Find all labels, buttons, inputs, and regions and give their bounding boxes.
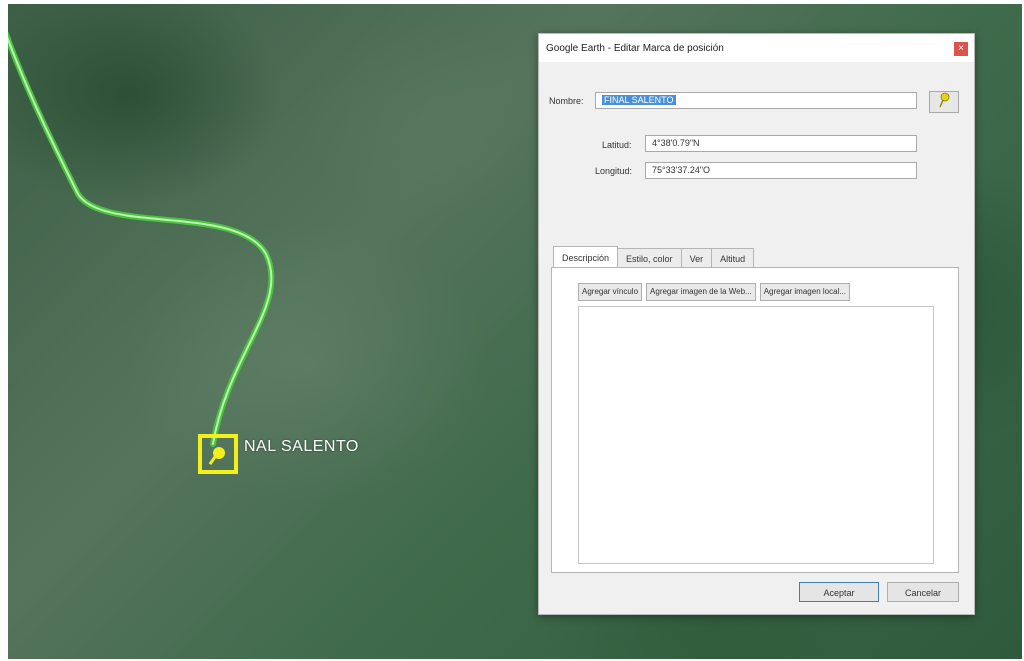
name-label: Nombre: bbox=[549, 96, 584, 106]
placemark-pushpin-icon[interactable] bbox=[198, 434, 238, 474]
tab-description[interactable]: Descripción bbox=[553, 246, 619, 269]
dialog-title: Google Earth - Editar Marca de posición bbox=[546, 43, 724, 54]
add-web-image-button[interactable]: Agregar imagen de la Web... bbox=[646, 283, 756, 301]
dialog-footer: Aceptar Cancelar bbox=[539, 579, 974, 609]
longitude-field[interactable]: 75°33'37.24"O bbox=[645, 162, 917, 179]
add-local-image-button[interactable]: Agregar imagen local... bbox=[759, 283, 850, 301]
pushpin-style-button[interactable] bbox=[929, 91, 959, 113]
description-toolbar: Agregar vínculo Agregar imagen de la Web.… bbox=[578, 283, 854, 301]
cancel-button[interactable]: Cancelar bbox=[887, 582, 959, 602]
add-link-button[interactable]: Agregar vínculo bbox=[578, 283, 643, 301]
tab-bar: Descripción Estilo, color Ver Altitud bbox=[553, 246, 755, 269]
tab-view[interactable]: Ver bbox=[680, 248, 713, 269]
edit-placemark-dialog: Google Earth - Editar Marca de posición … bbox=[538, 33, 975, 615]
accept-button[interactable]: Aceptar bbox=[799, 582, 879, 602]
close-icon[interactable]: × bbox=[954, 42, 968, 56]
tab-altitude[interactable]: Altitud bbox=[711, 248, 755, 269]
name-field-value: FINAL SALENTO bbox=[602, 95, 676, 105]
description-panel: Agregar vínculo Agregar imagen de la Web.… bbox=[551, 267, 959, 573]
pushpin-needle-icon bbox=[208, 455, 217, 466]
placemark-label[interactable]: NAL SALENTO bbox=[244, 438, 359, 456]
pushpin-icon bbox=[939, 92, 950, 108]
latitude-label: Latitud: bbox=[602, 140, 632, 150]
tab-style-color[interactable]: Estilo, color bbox=[617, 248, 682, 269]
dialog-titlebar[interactable]: Google Earth - Editar Marca de posición … bbox=[539, 34, 974, 62]
latitude-field[interactable]: 4°38'0.79"N bbox=[645, 135, 917, 152]
name-field[interactable]: FINAL SALENTO bbox=[595, 92, 917, 109]
longitude-label: Longitud: bbox=[595, 166, 633, 176]
description-textarea[interactable] bbox=[578, 306, 934, 564]
